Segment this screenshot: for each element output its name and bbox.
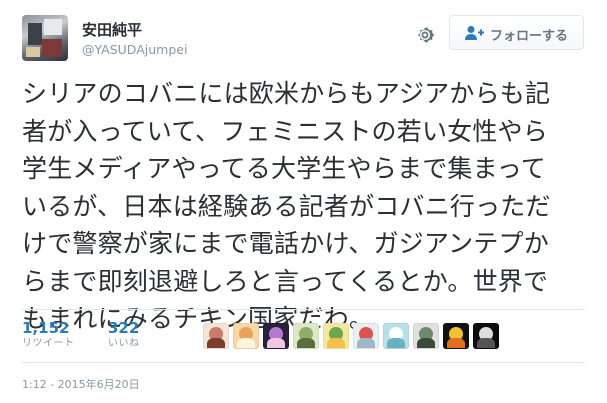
liker-avatars: [203, 323, 503, 349]
like-stat[interactable]: 322 いいね: [108, 319, 140, 351]
liker-avatar-4[interactable]: [293, 323, 319, 349]
retweet-count: 1,152: [22, 319, 70, 337]
liker-avatar-3[interactable]: [263, 323, 289, 349]
tweet-line: いるが、日本は経験ある記者がコバニ行っただ: [22, 191, 551, 221]
like-label: いいね: [108, 338, 140, 349]
retweet-stat[interactable]: 1,152 リツイート: [22, 319, 75, 351]
tweet-line: らまで即刻退避しろと言ってくるとか。世界で: [22, 266, 549, 296]
like-count: 322: [108, 319, 140, 337]
tweet-line: 者が入っていて、フェミニストの若い女性やら: [22, 116, 548, 146]
retweet-label: リツイート: [22, 338, 75, 349]
timestamp[interactable]: 1:12 - 2015年6月20日: [22, 376, 140, 392]
follow-button-label: フォローする: [490, 29, 569, 44]
liker-avatar-6[interactable]: [353, 323, 379, 349]
tweet-text: シリアのコバニには欧米からもアジアからも記 者が入っていて、フェミニストの若い女…: [22, 75, 592, 338]
liker-avatar-2[interactable]: [233, 323, 259, 349]
divider-bottom: [22, 362, 585, 363]
user-handle[interactable]: @YASUDAjumpei: [82, 42, 187, 57]
tweet-line: 学生メディアやってる大学生やらまで集まって: [22, 154, 546, 183]
liker-avatar-5[interactable]: [323, 323, 349, 349]
tweet-line: けで警察が家にまで電話かけ、ガジアンテプか: [22, 229, 549, 258]
follow-button[interactable]: フォローする: [449, 15, 584, 50]
liker-avatar-9[interactable]: [443, 323, 469, 349]
person-add-icon: [465, 25, 485, 41]
tweet-line: シリアのコバニには欧米からもアジアからも記: [22, 79, 551, 108]
display-name[interactable]: 安田純平: [82, 19, 142, 40]
liker-avatar-8[interactable]: [413, 323, 439, 349]
divider-top: [22, 309, 585, 310]
liker-avatar-7[interactable]: [383, 323, 409, 349]
gear-icon[interactable]: [414, 24, 436, 46]
avatar[interactable]: [22, 15, 68, 61]
liker-avatar-10[interactable]: [473, 323, 499, 349]
liker-avatar-1[interactable]: [203, 323, 229, 349]
